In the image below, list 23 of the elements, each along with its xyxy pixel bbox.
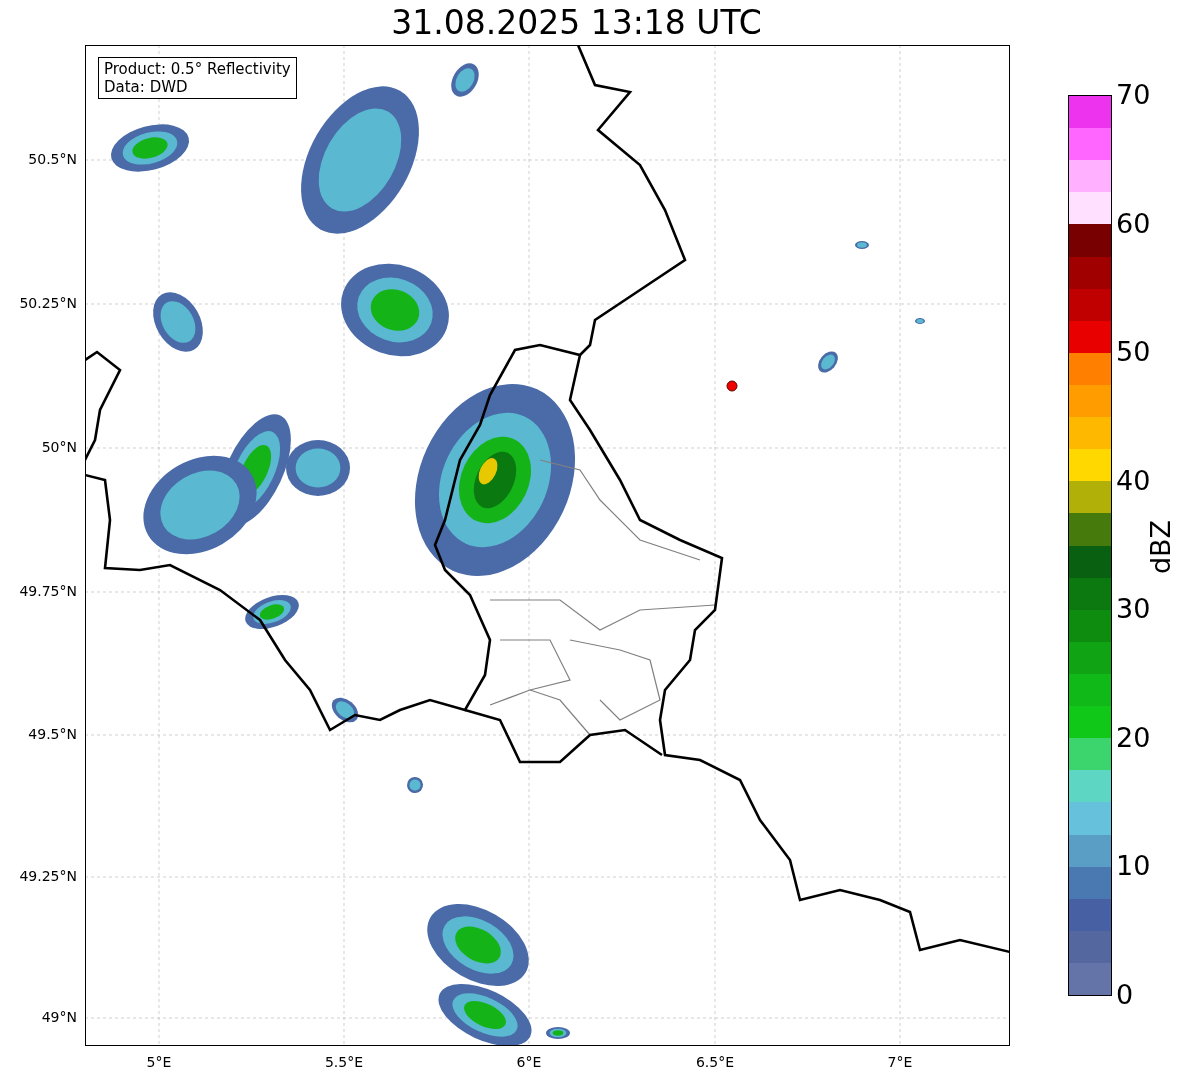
scale-tick-label: 30 (1116, 595, 1151, 623)
longitude-label: 5°E (146, 1054, 172, 1070)
scale-tick-label: 0 (1116, 981, 1134, 1008)
longitude-label: 5.5°E (324, 1054, 364, 1070)
scale-axis-label: dBZ (1144, 519, 1176, 575)
chart-title: 31.08.2025 13:18 UTC (391, 6, 762, 39)
longitude-label: 6.5°E (695, 1054, 735, 1070)
scale-tick-label: 40 (1116, 466, 1151, 494)
latitude-label: 50°N (41, 439, 77, 455)
scale-tick-label: 60 (1116, 209, 1151, 237)
info-box: Product: 0.5° Reflectivity Data: DWD (98, 57, 297, 99)
scale-tick-label: 10 (1116, 852, 1151, 880)
latitude-label: 49.5°N (28, 726, 77, 742)
scale-tick-label: 20 (1116, 723, 1151, 751)
latitude-label: 49°N (41, 1009, 77, 1025)
latitude-label: 50.25°N (19, 295, 77, 311)
scale-tick-label: 50 (1116, 338, 1151, 366)
scale-tick-label: 70 (1116, 81, 1151, 108)
latitude-label: 50.5°N (28, 151, 77, 167)
latitude-label: 49.75°N (19, 583, 77, 599)
longitude-label: 7°E (887, 1054, 913, 1070)
longitude-label: 6°E (516, 1054, 542, 1070)
latitude-label: 49.25°N (19, 868, 77, 884)
